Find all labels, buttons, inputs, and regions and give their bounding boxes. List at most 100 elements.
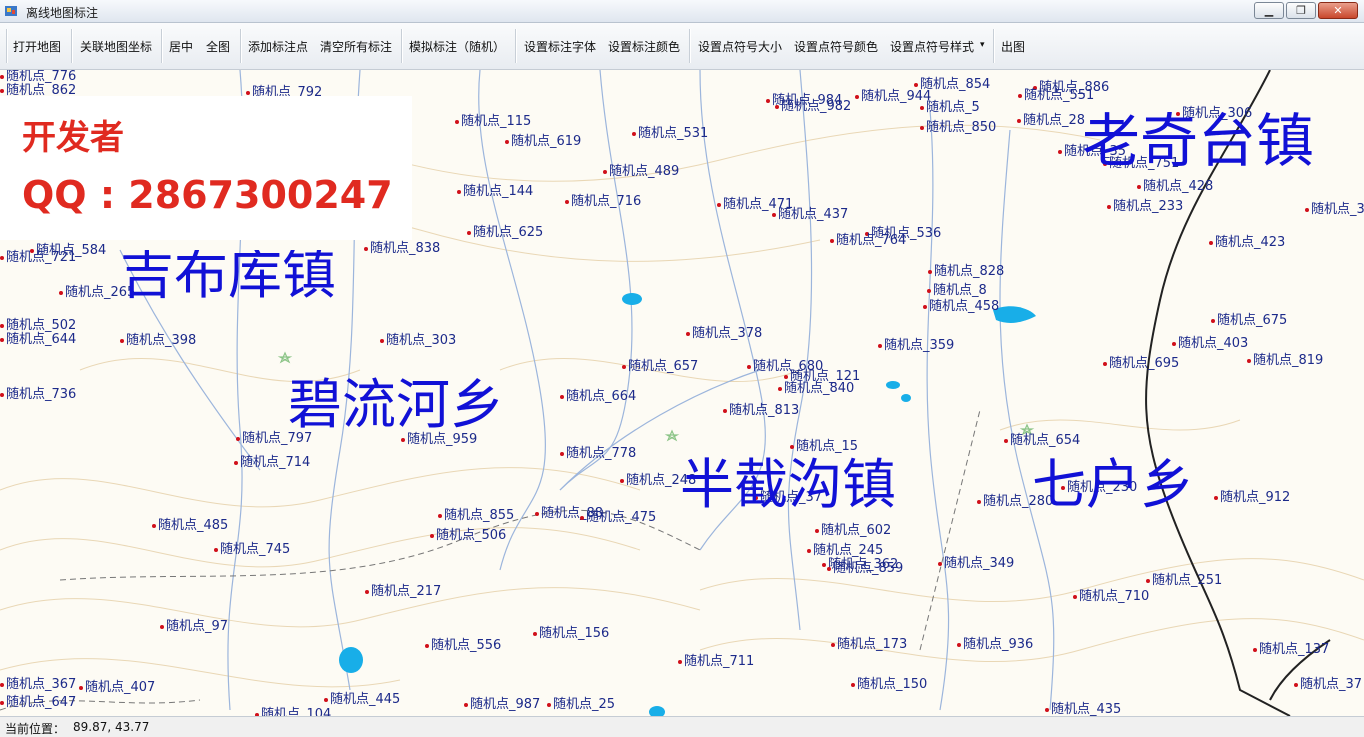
map-marker[interactable]: 随机点_97 [160, 620, 228, 634]
map-marker[interactable]: 随机点_531 [632, 127, 708, 141]
map-marker[interactable]: 随机点_435 [1045, 703, 1121, 716]
map-marker[interactable]: 随机点_458 [923, 300, 999, 314]
map-marker[interactable]: 随机点_150 [851, 678, 927, 692]
map-marker[interactable]: 随机点_982 [775, 100, 851, 114]
map-marker[interactable]: 随机点_647 [0, 696, 76, 710]
map-marker[interactable]: 随机点_303 [380, 334, 456, 348]
map-marker[interactable]: 随机点_115 [455, 115, 531, 129]
map-marker[interactable]: 随机点_602 [815, 524, 891, 538]
map-marker[interactable]: 随机点_813 [723, 404, 799, 418]
marker-label: 随机点_657 [628, 359, 699, 374]
map-marker[interactable]: 随机点_506 [430, 529, 506, 543]
map-view[interactable]: 随机点_776 随机点_862 随机点_792 随机点_115 随机点_531 随机点_6… [0, 70, 1364, 716]
map-marker[interactable]: 随机点_251 [1146, 574, 1222, 588]
map-marker[interactable]: 随机点_736 [0, 388, 76, 402]
map-marker[interactable]: 随机点_359 [878, 339, 954, 353]
map-marker[interactable]: 随机点_664 [560, 390, 636, 404]
map-marker[interactable]: 随机点_378 [686, 327, 762, 341]
map-marker[interactable]: 随机点_37 [1294, 678, 1362, 692]
map-marker[interactable]: 随机点_349 [938, 557, 1014, 571]
map-marker[interactable]: 随机点_840 [778, 382, 854, 396]
map-marker[interactable]: 随机点_502 [0, 319, 76, 333]
marker-label: 随机点_137 [1259, 642, 1330, 657]
map-marker[interactable]: 随机点_828 [928, 265, 1004, 279]
open-map-button[interactable]: 打开地图 [13, 38, 61, 55]
map-marker[interactable]: 随机点_675 [1211, 314, 1287, 328]
map-marker[interactable]: 随机点_711 [678, 655, 754, 669]
map-marker[interactable]: 随机点_428 [1137, 180, 1213, 194]
marker-point-icon [1004, 438, 1008, 443]
map-marker[interactable]: 随机点_854 [914, 78, 990, 92]
map-marker[interactable]: 随机点_3 [1305, 203, 1364, 217]
set-marker-color-button[interactable]: 设置标注颜色 [608, 38, 680, 55]
map-marker[interactable]: 随机点_137 [1253, 643, 1329, 657]
map-marker[interactable]: 随机点_710 [1073, 590, 1149, 604]
map-marker[interactable]: 随机点_721 [0, 251, 76, 265]
map-marker[interactable]: 随机点_657 [622, 360, 698, 374]
map-marker[interactable]: 随机点_104 [255, 708, 331, 716]
map-marker[interactable]: 随机点_745 [214, 543, 290, 557]
map-marker[interactable]: 随机点_445 [324, 693, 400, 707]
marker-point-icon [246, 90, 250, 95]
map-marker[interactable]: 随机点_233 [1107, 200, 1183, 214]
marker-point-icon [580, 515, 584, 520]
chevron-down-icon[interactable]: ▾ [980, 40, 985, 50]
set-marker-font-button[interactable]: 设置标注字体 [524, 38, 596, 55]
marker-point-icon [1146, 578, 1150, 583]
center-button[interactable]: 居中 [169, 38, 193, 55]
map-marker[interactable]: 随机点_398 [120, 334, 196, 348]
map-marker[interactable]: 随机点_714 [234, 456, 310, 470]
map-marker[interactable]: 随机点_423 [1209, 236, 1285, 250]
map-marker[interactable]: 随机点_819 [1247, 354, 1323, 368]
map-marker[interactable]: 随机点_407 [79, 681, 155, 695]
map-marker[interactable]: 随机点_144 [457, 185, 533, 199]
simulate-markers-button[interactable]: 模拟标注（随机） [409, 38, 505, 55]
map-marker[interactable]: 随机点_776 [0, 70, 76, 84]
map-marker[interactable]: 随机点_695 [1103, 357, 1179, 371]
add-marker-button[interactable]: 添加标注点 [248, 38, 308, 55]
map-marker[interactable]: 随机点_217 [365, 585, 441, 599]
map-marker[interactable]: 随机点_850 [920, 121, 996, 135]
map-marker[interactable]: 随机点_859 [827, 562, 903, 576]
map-marker[interactable]: 随机点_912 [1214, 491, 1290, 505]
map-marker[interactable]: 随机点_644 [0, 333, 76, 347]
map-marker[interactable]: 随机点_8 [927, 284, 987, 298]
map-marker[interactable]: 随机点_778 [560, 447, 636, 461]
set-point-style-dropdown[interactable]: 设置点符号样式 [890, 38, 974, 55]
map-marker[interactable]: 随机点_619 [505, 135, 581, 149]
map-marker[interactable]: 随机点_625 [467, 226, 543, 240]
full-extent-button[interactable]: 全图 [206, 38, 230, 55]
minimize-button[interactable]: ▁ [1254, 2, 1284, 19]
map-marker[interactable]: 随机点_156 [533, 627, 609, 641]
marker-point-icon [1294, 682, 1298, 687]
clear-markers-button[interactable]: 清空所有标注 [320, 38, 392, 55]
map-marker[interactable]: 随机点_5 [920, 101, 980, 115]
map-marker[interactable]: 随机点_173 [831, 638, 907, 652]
map-marker[interactable]: 随机点_403 [1172, 337, 1248, 351]
map-marker[interactable]: 随机点_485 [152, 519, 228, 533]
map-marker[interactable]: 随机点_556 [425, 639, 501, 653]
map-marker[interactable]: 随机点_936 [957, 638, 1033, 652]
map-marker[interactable]: 随机点_764 [830, 234, 906, 248]
export-map-button[interactable]: 出图 [1001, 38, 1025, 55]
map-marker[interactable]: 随机点_25 [547, 698, 615, 712]
map-marker[interactable]: 随机点_245 [807, 544, 883, 558]
map-marker[interactable]: 随机点_855 [438, 509, 514, 523]
map-marker[interactable]: 随机点_28 [1017, 114, 1085, 128]
map-marker[interactable]: 随机点_367 [0, 678, 76, 692]
map-marker[interactable]: 随机点_838 [364, 242, 440, 256]
marker-label: 随机点_437 [778, 207, 849, 222]
marker-label: 随机点_173 [837, 637, 908, 652]
map-marker[interactable]: 随机点_475 [580, 511, 656, 525]
link-coordinates-button[interactable]: 关联地图坐标 [80, 38, 152, 55]
map-marker[interactable]: 随机点_716 [565, 195, 641, 209]
set-point-size-button[interactable]: 设置点符号大小 [698, 38, 782, 55]
map-marker[interactable]: 随机点_489 [603, 165, 679, 179]
marker-point-icon [234, 460, 238, 465]
marker-point-icon [1018, 93, 1022, 98]
set-point-color-button[interactable]: 设置点符号颜色 [794, 38, 878, 55]
close-button[interactable]: ✕ [1318, 2, 1358, 19]
map-marker[interactable]: 随机点_987 [464, 698, 540, 712]
maximize-button[interactable]: ❐ [1286, 2, 1316, 19]
map-marker[interactable]: 随机点_437 [772, 208, 848, 222]
